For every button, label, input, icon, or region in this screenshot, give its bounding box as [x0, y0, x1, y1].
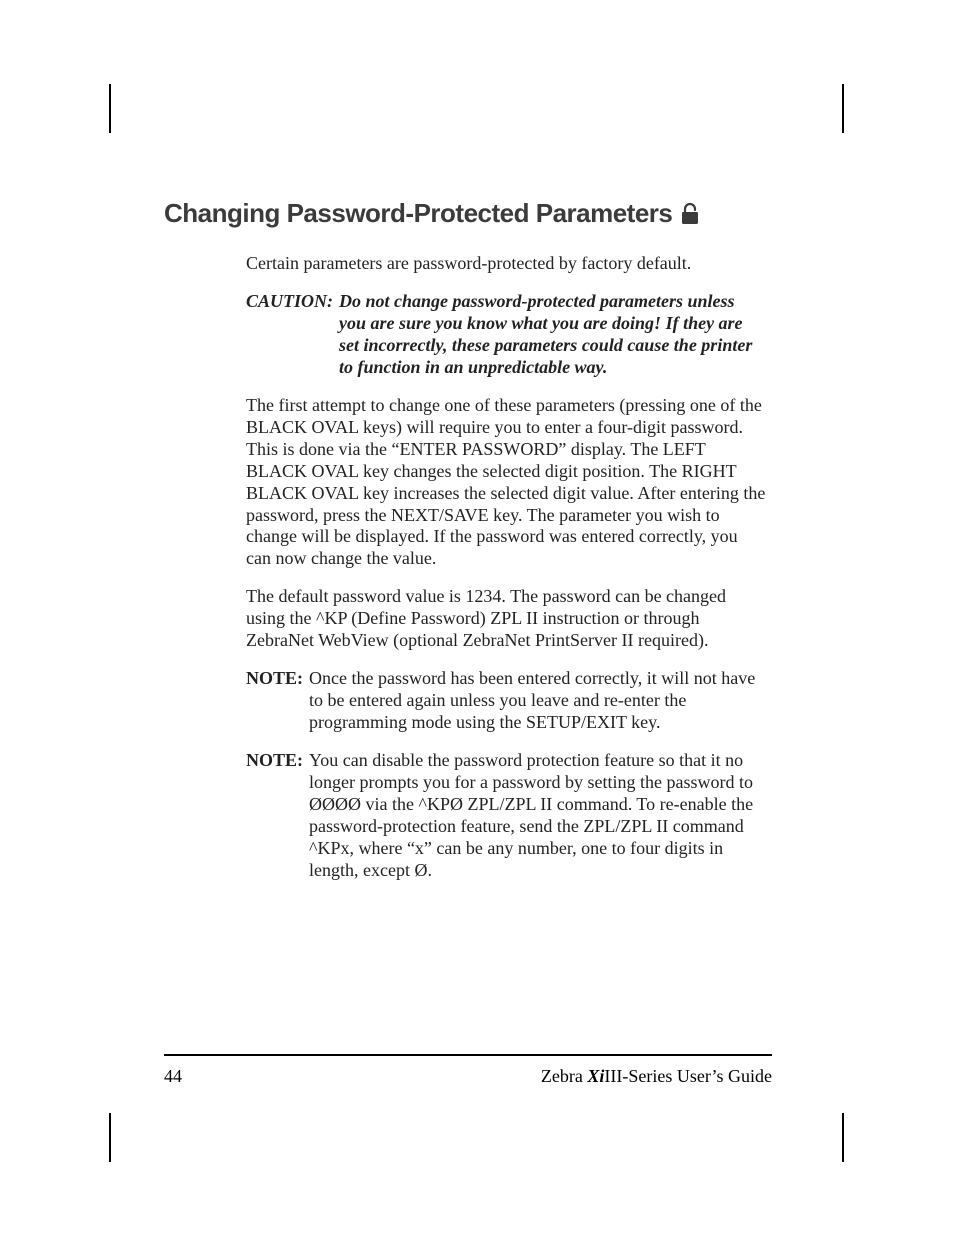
lock-icon — [680, 202, 700, 226]
note-block-1: NOTE: Once the password has been entered… — [246, 668, 766, 734]
footer-brand-prefix: Zebra — [541, 1066, 587, 1086]
footer-rule — [164, 1054, 772, 1056]
crop-mark — [842, 1113, 844, 1162]
note-label: NOTE: — [246, 750, 309, 882]
heading-text: Changing Password-Protected Parameters — [164, 198, 672, 229]
note-label: NOTE: — [246, 668, 309, 734]
note-text: Once the password has been entered corre… — [309, 668, 766, 734]
page-number: 44 — [164, 1066, 182, 1087]
footer-brand-model: Xi — [587, 1066, 604, 1086]
body-text: Certain parameters are password-protecte… — [246, 253, 766, 882]
caution-block: CAUTION: Do not change password-protecte… — [246, 291, 766, 379]
body-paragraph-2: The default password value is 1234. The … — [246, 586, 766, 652]
footer-title: Zebra XiIII-Series User’s Guide — [541, 1066, 772, 1087]
crop-mark — [109, 84, 111, 133]
page-content: Changing Password-Protected Parameters C… — [164, 198, 772, 898]
crop-mark — [109, 1113, 111, 1162]
note-text: You can disable the password protection … — [309, 750, 766, 882]
section-heading: Changing Password-Protected Parameters — [164, 198, 772, 229]
body-paragraph-1: The first attempt to change one of these… — [246, 395, 766, 571]
document-page: Changing Password-Protected Parameters C… — [0, 0, 954, 1235]
intro-paragraph: Certain parameters are password-protecte… — [246, 253, 766, 275]
crop-mark — [842, 84, 844, 133]
page-footer: 44 Zebra XiIII-Series User’s Guide — [164, 1054, 772, 1087]
caution-text: Do not change password-protected paramet… — [339, 291, 766, 379]
caution-label: CAUTION: — [246, 291, 339, 379]
footer-brand-suffix: III-Series User’s Guide — [604, 1066, 772, 1086]
note-block-2: NOTE: You can disable the password prote… — [246, 750, 766, 882]
